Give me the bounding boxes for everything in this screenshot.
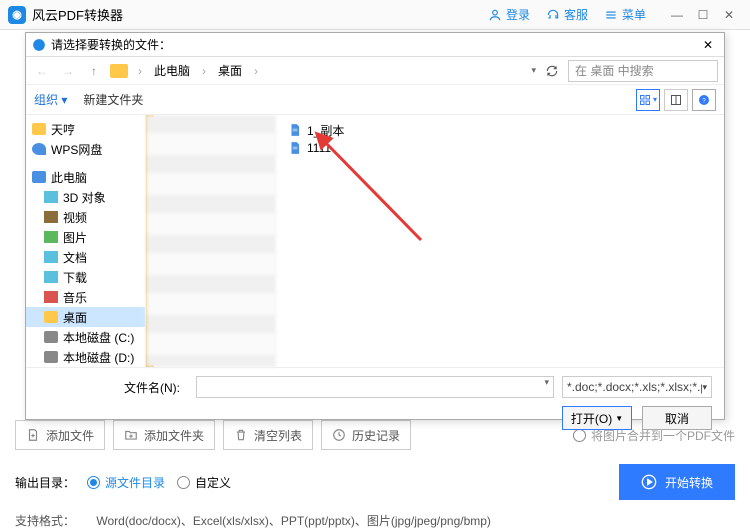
tree-node-1[interactable]: WPS网盘 — [26, 139, 145, 159]
radio-icon — [87, 476, 100, 489]
minimize-button[interactable]: — — [664, 2, 690, 28]
play-icon — [641, 474, 657, 490]
tree-node-7[interactable]: 下载 — [26, 267, 145, 287]
pc-icon — [32, 171, 46, 183]
filename-input[interactable]: ▾ — [196, 376, 554, 398]
crumb-pc[interactable]: 此电脑 — [150, 60, 194, 81]
tree-node-9[interactable]: 桌面 — [26, 307, 145, 327]
disk-icon — [44, 331, 58, 343]
breadcrumb[interactable]: › 此电脑 › 桌面 › — [134, 60, 525, 81]
start-convert-button[interactable]: 开始转换 — [619, 464, 735, 500]
menu-link[interactable]: 菜单 — [604, 6, 646, 23]
tree-node-8[interactable]: 音乐 — [26, 287, 145, 307]
nav-back-button[interactable]: ← — [32, 61, 52, 81]
titlebar: ◉ 风云PDF转换器 登录 客服 菜单 — ☐ ✕ — [0, 0, 750, 30]
support-link[interactable]: 客服 — [546, 6, 588, 23]
radio-icon — [177, 476, 190, 489]
folder-icon — [110, 64, 128, 78]
refresh-button[interactable] — [542, 61, 562, 81]
organize-menu[interactable]: 组织 ▾ — [34, 91, 67, 108]
filename-label: 文件名(N): — [38, 379, 188, 396]
radio-custom-dir[interactable]: 自定义 — [177, 474, 231, 491]
dl-icon — [44, 271, 58, 283]
radio-source-dir[interactable]: 源文件目录 — [87, 474, 165, 491]
document-icon — [288, 123, 302, 137]
dialog-close-button[interactable]: ✕ — [698, 35, 718, 55]
view-preview-button[interactable] — [664, 89, 688, 111]
tree-node-3[interactable]: 3D 对象 — [26, 187, 145, 207]
thumbnails-blurred — [146, 115, 276, 367]
nav-forward-button[interactable]: → — [58, 61, 78, 81]
tree-node-2[interactable]: 此电脑 — [26, 167, 145, 187]
outdir-label: 输出目录： — [15, 474, 75, 491]
cloud-icon — [32, 143, 46, 155]
menu-icon — [604, 8, 618, 22]
dialog-icon — [32, 38, 46, 52]
file-list: 1_副本1111 — [276, 115, 356, 367]
close-button[interactable]: ✕ — [716, 2, 742, 28]
img-icon — [44, 231, 58, 243]
doc-icon — [44, 251, 58, 263]
headset-icon — [546, 8, 560, 22]
tree-node-11[interactable]: 本地磁盘 (D:) — [26, 347, 145, 367]
refresh-icon — [545, 64, 559, 78]
preview-icon — [670, 94, 682, 106]
tree-node-0[interactable]: 天哼 — [26, 119, 145, 139]
mus-icon — [44, 291, 58, 303]
file-open-dialog: 请选择要转换的文件： ✕ ← → ↑ › 此电脑 › 桌面 › ▾ 在 桌面 中… — [25, 32, 725, 420]
login-link[interactable]: 登录 — [488, 6, 530, 23]
user-icon — [488, 8, 502, 22]
document-icon — [288, 141, 302, 155]
dialog-title: 请选择要转换的文件： — [51, 36, 171, 53]
crumb-desktop[interactable]: 桌面 — [214, 60, 246, 81]
search-input[interactable]: 在 桌面 中搜索 — [568, 60, 718, 82]
format-list: Word(doc/docx)、Excel(xls/xlsx)、PPT(ppt/p… — [96, 514, 491, 528]
file-item-0[interactable]: 1_副本 — [288, 121, 344, 139]
app-logo-icon: ◉ — [8, 6, 26, 24]
app-name: 风云PDF转换器 — [32, 5, 123, 24]
tree-node-5[interactable]: 图片 — [26, 227, 145, 247]
tree-node-6[interactable]: 文档 — [26, 247, 145, 267]
new-folder-button[interactable]: 新建文件夹 — [83, 91, 143, 108]
folder-tree: 天哼WPS网盘此电脑3D 对象视频图片文档下载音乐桌面本地磁盘 (C:)本地磁盘… — [26, 115, 146, 367]
view-tiles-button[interactable]: ▾ — [636, 89, 660, 111]
maximize-button[interactable]: ☐ — [690, 2, 716, 28]
nav-up-button[interactable]: ↑ — [84, 61, 104, 81]
tree-node-10[interactable]: 本地磁盘 (C:) — [26, 327, 145, 347]
help-button[interactable]: ? — [692, 89, 716, 111]
help-icon: ? — [698, 94, 710, 106]
tiles-icon — [639, 94, 651, 106]
folder-icon — [32, 123, 46, 135]
format-label: 支持格式： — [15, 514, 75, 528]
folder-icon — [44, 311, 58, 323]
tree-node-4[interactable]: 视频 — [26, 207, 145, 227]
filetype-select[interactable]: *.doc;*.docx;*.xls;*.xlsx;*.ppt; ▾ — [562, 376, 712, 398]
disk-icon — [44, 351, 58, 363]
vid-icon — [44, 211, 58, 223]
open-button[interactable]: 打开(O)▼ — [562, 406, 632, 430]
cancel-button[interactable]: 取消 — [642, 406, 712, 430]
file-item-1[interactable]: 1111 — [288, 139, 344, 157]
cube-icon — [44, 191, 58, 203]
